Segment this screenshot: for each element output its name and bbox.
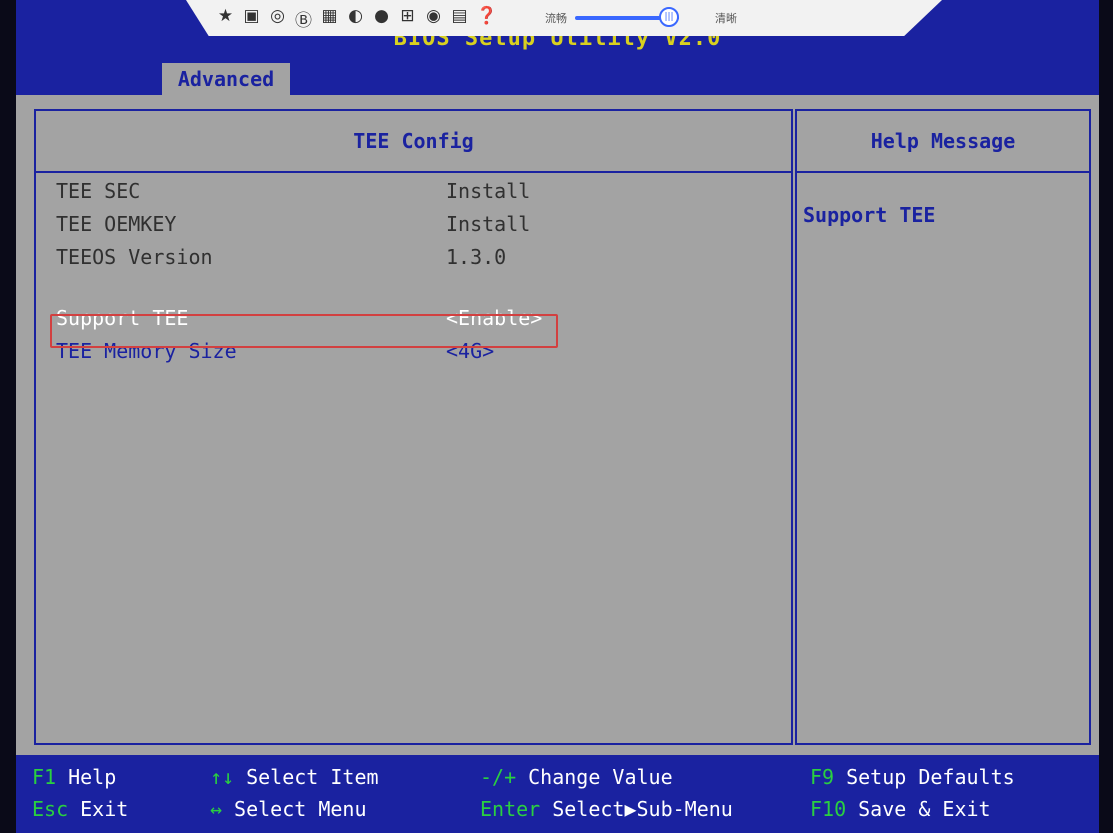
- kvm-fluent-label: 流畅: [545, 12, 567, 25]
- row-value: Install: [446, 212, 531, 236]
- key-f1: F1: [32, 765, 57, 789]
- page-title: TEE Config: [36, 111, 791, 173]
- help-title: Help Message: [797, 111, 1089, 173]
- info-row-tee-oemkey: TEE OEMKEY Install: [56, 208, 756, 241]
- help-panel: Help Message Support TEE: [795, 109, 1091, 745]
- keyboard-icon[interactable]: ▦: [320, 6, 339, 31]
- legend-action: Setup Defaults: [846, 765, 1015, 789]
- kvm-clear-label: 清晰: [715, 12, 737, 25]
- info-row-teeos-version: TEEOS Version 1.3.0: [56, 241, 756, 274]
- fullscreen-icon[interactable]: ▣: [242, 6, 261, 31]
- disc-icon[interactable]: ◎: [268, 6, 287, 31]
- row-label: TEEOS Version: [56, 245, 213, 269]
- legend-action: Change Value: [528, 765, 673, 789]
- share-icon[interactable]: ⊞: [398, 6, 417, 31]
- legend-setup-defaults: F9 Setup Defaults: [810, 765, 1015, 789]
- key-plusminus: -/+: [480, 765, 517, 789]
- tab-advanced[interactable]: Advanced: [162, 63, 290, 95]
- key-f10: F10: [810, 797, 847, 821]
- legend-select-menu: ↔ Select Menu: [210, 797, 367, 821]
- key-updown: ↑↓: [210, 765, 235, 789]
- pin-icon[interactable]: ★: [216, 6, 235, 31]
- key-enter: Enter: [480, 797, 541, 821]
- record-icon[interactable]: ●: [372, 6, 391, 31]
- row-label: TEE OEMKEY: [56, 212, 177, 236]
- row-value: Install: [446, 179, 531, 203]
- bios-panel: TEE Config TEE SEC Install TEE OEMKEY In…: [16, 95, 1099, 755]
- legend-action: Exit: [80, 797, 129, 821]
- kvm-icon-group: ★ ▣ ◎ Ⓑ ▦ ◐ ● ⊞ ◉ ▤ ❓: [216, 6, 497, 31]
- legend-sub-menu: Enter Select▶Sub-Menu: [480, 797, 733, 821]
- kvm-toolbar: ★ ▣ ◎ Ⓑ ▦ ◐ ● ⊞ ◉ ▤ ❓ 流畅 ||| 清晰: [186, 0, 942, 36]
- bios-screen: BIOS Setup Utility V2.0 Advanced ★ ▣ ◎ Ⓑ…: [0, 0, 1113, 833]
- screen-icon[interactable]: ▤: [450, 6, 469, 31]
- legend-select-item: ↑↓ Select Item: [210, 765, 379, 789]
- highlight-box: [50, 314, 558, 348]
- row-value: 1.3.0: [446, 245, 507, 269]
- key-f9: F9: [810, 765, 835, 789]
- legend-action: Select Item: [246, 765, 379, 789]
- legend-action: Select Menu: [234, 797, 367, 821]
- kvm-quality-slider[interactable]: |||: [575, 7, 679, 27]
- legend-action: Save & Exit: [858, 797, 991, 821]
- legend-help: F1 Help: [32, 765, 116, 789]
- kvm-slider-knob[interactable]: |||: [659, 7, 679, 27]
- help-text: Support TEE: [803, 203, 936, 227]
- info-row-tee-sec: TEE SEC Install: [56, 175, 756, 208]
- legend-action: Help: [68, 765, 117, 789]
- help-icon[interactable]: ❓: [476, 6, 497, 31]
- row-label: TEE SEC: [56, 179, 141, 203]
- legend-action: Select▶Sub-Menu: [552, 797, 733, 821]
- legend-change-value: -/+ Change Value: [480, 765, 673, 789]
- key-leftright: ↔: [210, 797, 223, 821]
- legend-exit: Esc Exit: [32, 797, 128, 821]
- b-icon[interactable]: Ⓑ: [294, 6, 313, 31]
- key-esc: Esc: [32, 797, 69, 821]
- capture-icon[interactable]: ◉: [424, 6, 443, 31]
- key-legend: F1 Help ↑↓ Select Item -/+ Change Value F9 S…: [16, 755, 1099, 833]
- legend-save-exit: F10 Save & Exit: [810, 797, 991, 821]
- mouse-icon[interactable]: ◐: [346, 6, 365, 31]
